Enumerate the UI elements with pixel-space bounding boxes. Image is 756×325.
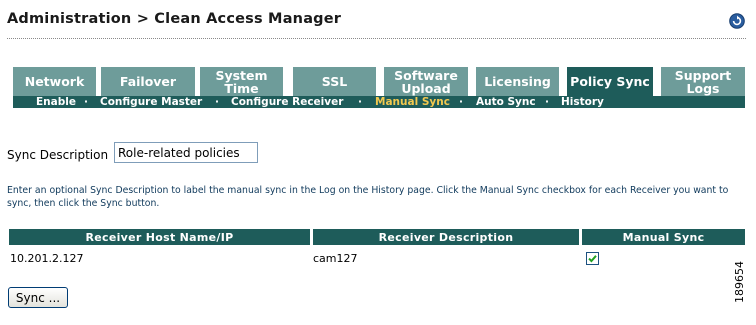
checkmark-icon [588,255,597,263]
subnav-configure-master[interactable]: Configure Master [100,96,202,108]
subnav-auto-sync[interactable]: Auto Sync [476,96,536,108]
page-title: Administration > Clean Access Manager [7,11,342,27]
subnav-separator: · [545,96,549,108]
subnav-configure-receiver[interactable]: Configure Receiver [231,96,343,108]
tab-ssl[interactable]: SSL [293,67,376,96]
manual-sync-checkbox[interactable] [586,252,599,265]
tab-network[interactable]: Network [13,67,96,96]
title-divider [7,38,746,39]
subnav-separator: · [215,96,219,108]
sync-button[interactable]: Sync ... [8,287,68,308]
figure-id: 189654 [733,261,746,303]
tab-licensing[interactable]: Licensing [476,67,559,96]
instructions-text: Enter an optional Sync Description to la… [7,185,729,209]
tab-system-time[interactable]: System Time [200,67,283,96]
sub-navigation: Enable · Configure Master · Configure Re… [13,96,745,108]
receiver-description: cam127 [313,252,358,265]
tab-support-logs[interactable]: Support Logs [661,67,745,96]
column-header-host: Receiver Host Name/IP [9,229,310,245]
sync-description-input[interactable] [114,142,258,163]
subnav-separator: · [358,96,362,108]
sync-description-label: Sync Description [7,148,109,162]
tab-software-upload[interactable]: Software Upload [384,67,468,96]
column-header-manual-sync: Manual Sync [582,229,745,245]
subnav-separator: · [459,96,463,108]
subnav-separator: · [84,96,88,108]
refresh-help-icon[interactable] [729,13,745,29]
tab-policy-sync[interactable]: Policy Sync [567,67,653,96]
subnav-enable[interactable]: Enable [36,96,76,108]
subnav-history[interactable]: History [561,96,604,108]
receiver-host: 10.201.2.127 [10,252,84,265]
tab-failover[interactable]: Failover [101,67,195,96]
column-header-description: Receiver Description [313,229,579,245]
subnav-manual-sync[interactable]: Manual Sync [375,96,450,108]
